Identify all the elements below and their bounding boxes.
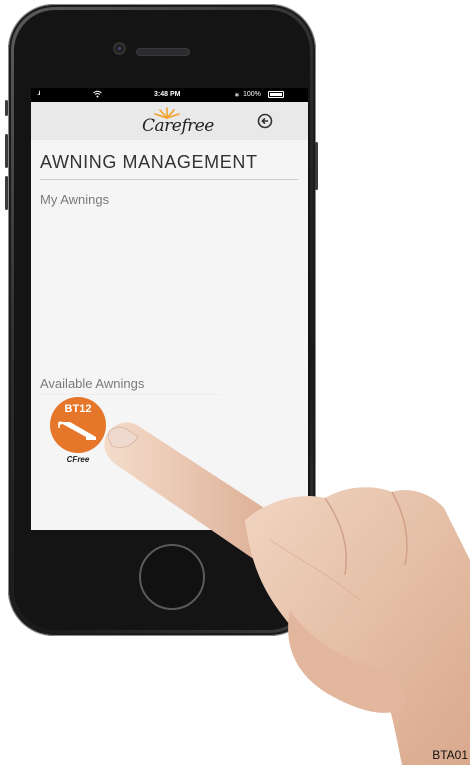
signal-icon: ..ıl <box>37 91 41 97</box>
awning-icon <box>58 421 96 440</box>
battery-percent: 100% <box>243 91 261 98</box>
bluetooth-icon: ∗ <box>234 92 240 99</box>
wifi-icon <box>93 90 102 100</box>
front-camera <box>115 44 124 53</box>
volume-up-button <box>5 134 8 168</box>
available-divider <box>40 394 220 395</box>
power-button <box>315 142 318 190</box>
carefree-logo: Carefree <box>136 105 214 137</box>
home-button[interactable] <box>139 544 205 610</box>
earpiece-speaker <box>137 49 189 55</box>
awning-badge: BT12 <box>50 397 106 453</box>
awning-tile-bt12[interactable]: BT12 CFree <box>48 397 108 487</box>
manual-figure: ..ıl 3:48 PM ∗ 100% Carefree AWNING MANA… <box>0 0 470 765</box>
status-time: 3:48 PM <box>154 91 181 98</box>
logo-text: Carefree <box>142 116 214 136</box>
figure-code: BTA01 <box>432 748 468 762</box>
my-awnings-heading: My Awnings <box>40 192 110 207</box>
app-screen: ..ıl 3:48 PM ∗ 100% Carefree AWNING MANA… <box>31 88 308 530</box>
back-circle-icon[interactable] <box>257 113 273 129</box>
app-header: Carefree <box>31 102 308 140</box>
page-title: AWNING MANAGEMENT <box>40 152 258 172</box>
battery-icon <box>268 91 284 98</box>
awning-name: CFree <box>66 455 90 464</box>
battery-fill <box>270 93 282 96</box>
title-divider <box>40 179 298 180</box>
available-awnings-heading: Available Awnings <box>40 376 145 391</box>
status-bar: ..ıl 3:48 PM ∗ 100% <box>31 88 308 102</box>
mute-switch <box>5 100 8 116</box>
phone-device: ..ıl 3:48 PM ∗ 100% Carefree AWNING MANA… <box>5 4 318 636</box>
volume-down-button <box>5 176 8 210</box>
awning-code: BT12 <box>64 403 92 415</box>
